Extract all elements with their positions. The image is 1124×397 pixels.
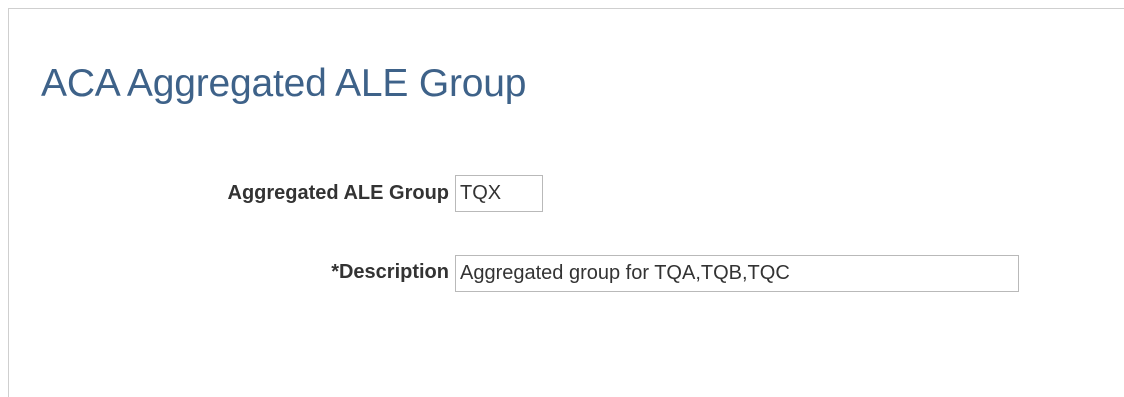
left-divider [8, 8, 9, 397]
description-field[interactable]: Aggregated group for TQA,TQB,TQC [455, 255, 1019, 292]
aggregated-ale-group-label: Aggregated ALE Group [227, 182, 449, 204]
top-divider [8, 8, 1124, 9]
page-title: ACA Aggregated ALE Group [41, 62, 527, 105]
page-frame: ACA Aggregated ALE Group Aggregated ALE … [0, 0, 1124, 397]
aggregated-ale-group-field[interactable]: TQX [455, 175, 543, 212]
description-label: *Description [331, 261, 449, 283]
